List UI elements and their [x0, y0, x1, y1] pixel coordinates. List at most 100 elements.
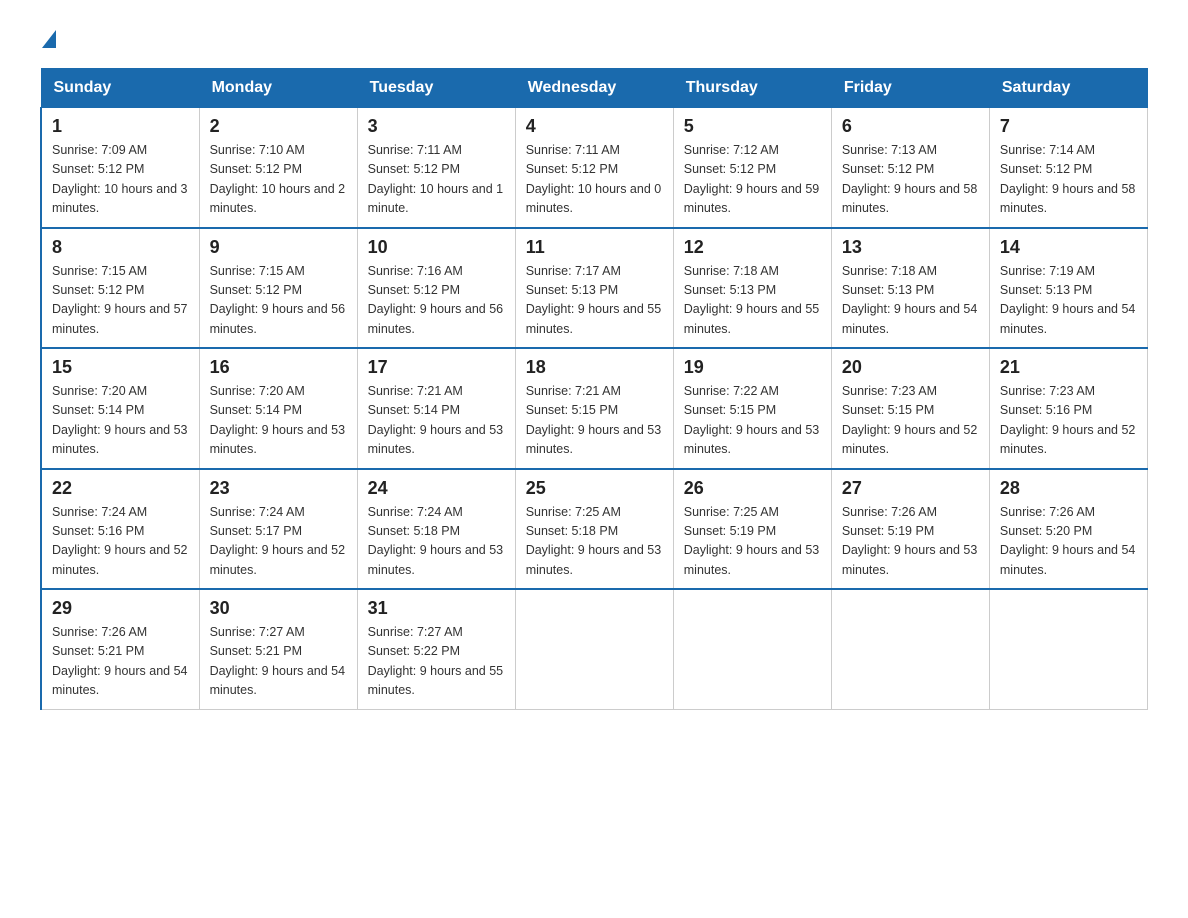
calendar-cell: 20 Sunrise: 7:23 AMSunset: 5:15 PMDaylig…	[831, 348, 989, 469]
day-info: Sunrise: 7:20 AMSunset: 5:14 PMDaylight:…	[210, 384, 346, 456]
header-friday: Friday	[831, 69, 989, 108]
day-number: 20	[842, 357, 979, 378]
day-number: 6	[842, 116, 979, 137]
page-header	[40, 30, 1148, 48]
calendar-cell: 2 Sunrise: 7:10 AMSunset: 5:12 PMDayligh…	[199, 108, 357, 228]
day-info: Sunrise: 7:16 AMSunset: 5:12 PMDaylight:…	[368, 264, 504, 336]
day-number: 3	[368, 116, 505, 137]
day-info: Sunrise: 7:17 AMSunset: 5:13 PMDaylight:…	[526, 264, 662, 336]
day-number: 26	[684, 478, 821, 499]
day-info: Sunrise: 7:12 AMSunset: 5:12 PMDaylight:…	[684, 143, 820, 215]
day-number: 17	[368, 357, 505, 378]
calendar-cell	[831, 589, 989, 709]
calendar-cell: 7 Sunrise: 7:14 AMSunset: 5:12 PMDayligh…	[989, 108, 1147, 228]
day-number: 15	[52, 357, 189, 378]
calendar-cell: 15 Sunrise: 7:20 AMSunset: 5:14 PMDaylig…	[41, 348, 199, 469]
calendar-cell: 3 Sunrise: 7:11 AMSunset: 5:12 PMDayligh…	[357, 108, 515, 228]
day-info: Sunrise: 7:25 AMSunset: 5:19 PMDaylight:…	[684, 505, 820, 577]
day-info: Sunrise: 7:22 AMSunset: 5:15 PMDaylight:…	[684, 384, 820, 456]
day-info: Sunrise: 7:14 AMSunset: 5:12 PMDaylight:…	[1000, 143, 1136, 215]
day-info: Sunrise: 7:21 AMSunset: 5:14 PMDaylight:…	[368, 384, 504, 456]
logo-arrow-icon	[42, 30, 56, 48]
day-number: 18	[526, 357, 663, 378]
calendar-cell: 5 Sunrise: 7:12 AMSunset: 5:12 PMDayligh…	[673, 108, 831, 228]
day-info: Sunrise: 7:23 AMSunset: 5:16 PMDaylight:…	[1000, 384, 1136, 456]
calendar-week-row: 15 Sunrise: 7:20 AMSunset: 5:14 PMDaylig…	[41, 348, 1148, 469]
day-info: Sunrise: 7:11 AMSunset: 5:12 PMDaylight:…	[368, 143, 504, 215]
calendar-cell	[673, 589, 831, 709]
calendar-cell: 9 Sunrise: 7:15 AMSunset: 5:12 PMDayligh…	[199, 228, 357, 349]
day-number: 13	[842, 237, 979, 258]
calendar-cell: 31 Sunrise: 7:27 AMSunset: 5:22 PMDaylig…	[357, 589, 515, 709]
calendar-cell: 6 Sunrise: 7:13 AMSunset: 5:12 PMDayligh…	[831, 108, 989, 228]
calendar-cell: 19 Sunrise: 7:22 AMSunset: 5:15 PMDaylig…	[673, 348, 831, 469]
calendar-cell: 12 Sunrise: 7:18 AMSunset: 5:13 PMDaylig…	[673, 228, 831, 349]
calendar-cell: 22 Sunrise: 7:24 AMSunset: 5:16 PMDaylig…	[41, 469, 199, 590]
calendar-cell: 28 Sunrise: 7:26 AMSunset: 5:20 PMDaylig…	[989, 469, 1147, 590]
calendar-cell: 24 Sunrise: 7:24 AMSunset: 5:18 PMDaylig…	[357, 469, 515, 590]
day-info: Sunrise: 7:15 AMSunset: 5:12 PMDaylight:…	[52, 264, 188, 336]
header-monday: Monday	[199, 69, 357, 108]
day-number: 19	[684, 357, 821, 378]
day-number: 21	[1000, 357, 1137, 378]
day-info: Sunrise: 7:24 AMSunset: 5:16 PMDaylight:…	[52, 505, 188, 577]
day-info: Sunrise: 7:26 AMSunset: 5:20 PMDaylight:…	[1000, 505, 1136, 577]
day-info: Sunrise: 7:26 AMSunset: 5:19 PMDaylight:…	[842, 505, 978, 577]
header-sunday: Sunday	[41, 69, 199, 108]
day-info: Sunrise: 7:09 AMSunset: 5:12 PMDaylight:…	[52, 143, 188, 215]
day-info: Sunrise: 7:11 AMSunset: 5:12 PMDaylight:…	[526, 143, 662, 215]
day-info: Sunrise: 7:10 AMSunset: 5:12 PMDaylight:…	[210, 143, 346, 215]
day-number: 9	[210, 237, 347, 258]
day-number: 7	[1000, 116, 1137, 137]
logo	[40, 30, 56, 48]
calendar-cell: 1 Sunrise: 7:09 AMSunset: 5:12 PMDayligh…	[41, 108, 199, 228]
calendar-week-row: 29 Sunrise: 7:26 AMSunset: 5:21 PMDaylig…	[41, 589, 1148, 709]
calendar-cell	[989, 589, 1147, 709]
calendar-table: SundayMondayTuesdayWednesdayThursdayFrid…	[40, 68, 1148, 710]
day-info: Sunrise: 7:24 AMSunset: 5:18 PMDaylight:…	[368, 505, 504, 577]
day-number: 31	[368, 598, 505, 619]
day-number: 5	[684, 116, 821, 137]
day-info: Sunrise: 7:27 AMSunset: 5:21 PMDaylight:…	[210, 625, 346, 697]
calendar-cell: 13 Sunrise: 7:18 AMSunset: 5:13 PMDaylig…	[831, 228, 989, 349]
day-number: 30	[210, 598, 347, 619]
day-number: 1	[52, 116, 189, 137]
day-number: 11	[526, 237, 663, 258]
day-number: 29	[52, 598, 189, 619]
day-number: 14	[1000, 237, 1137, 258]
calendar-cell: 26 Sunrise: 7:25 AMSunset: 5:19 PMDaylig…	[673, 469, 831, 590]
day-number: 16	[210, 357, 347, 378]
calendar-week-row: 1 Sunrise: 7:09 AMSunset: 5:12 PMDayligh…	[41, 108, 1148, 228]
calendar-cell: 30 Sunrise: 7:27 AMSunset: 5:21 PMDaylig…	[199, 589, 357, 709]
day-number: 10	[368, 237, 505, 258]
calendar-cell: 8 Sunrise: 7:15 AMSunset: 5:12 PMDayligh…	[41, 228, 199, 349]
day-info: Sunrise: 7:15 AMSunset: 5:12 PMDaylight:…	[210, 264, 346, 336]
header-tuesday: Tuesday	[357, 69, 515, 108]
header-saturday: Saturday	[989, 69, 1147, 108]
day-number: 2	[210, 116, 347, 137]
calendar-week-row: 8 Sunrise: 7:15 AMSunset: 5:12 PMDayligh…	[41, 228, 1148, 349]
day-number: 22	[52, 478, 189, 499]
day-number: 23	[210, 478, 347, 499]
day-number: 8	[52, 237, 189, 258]
calendar-cell: 21 Sunrise: 7:23 AMSunset: 5:16 PMDaylig…	[989, 348, 1147, 469]
day-info: Sunrise: 7:21 AMSunset: 5:15 PMDaylight:…	[526, 384, 662, 456]
day-number: 4	[526, 116, 663, 137]
calendar-cell: 29 Sunrise: 7:26 AMSunset: 5:21 PMDaylig…	[41, 589, 199, 709]
day-number: 25	[526, 478, 663, 499]
day-number: 24	[368, 478, 505, 499]
day-info: Sunrise: 7:13 AMSunset: 5:12 PMDaylight:…	[842, 143, 978, 215]
calendar-cell: 27 Sunrise: 7:26 AMSunset: 5:19 PMDaylig…	[831, 469, 989, 590]
calendar-cell: 14 Sunrise: 7:19 AMSunset: 5:13 PMDaylig…	[989, 228, 1147, 349]
calendar-cell: 10 Sunrise: 7:16 AMSunset: 5:12 PMDaylig…	[357, 228, 515, 349]
day-info: Sunrise: 7:20 AMSunset: 5:14 PMDaylight:…	[52, 384, 188, 456]
calendar-cell: 16 Sunrise: 7:20 AMSunset: 5:14 PMDaylig…	[199, 348, 357, 469]
day-info: Sunrise: 7:19 AMSunset: 5:13 PMDaylight:…	[1000, 264, 1136, 336]
day-info: Sunrise: 7:25 AMSunset: 5:18 PMDaylight:…	[526, 505, 662, 577]
calendar-cell: 11 Sunrise: 7:17 AMSunset: 5:13 PMDaylig…	[515, 228, 673, 349]
day-info: Sunrise: 7:27 AMSunset: 5:22 PMDaylight:…	[368, 625, 504, 697]
day-info: Sunrise: 7:18 AMSunset: 5:13 PMDaylight:…	[842, 264, 978, 336]
day-number: 12	[684, 237, 821, 258]
header-wednesday: Wednesday	[515, 69, 673, 108]
header-thursday: Thursday	[673, 69, 831, 108]
